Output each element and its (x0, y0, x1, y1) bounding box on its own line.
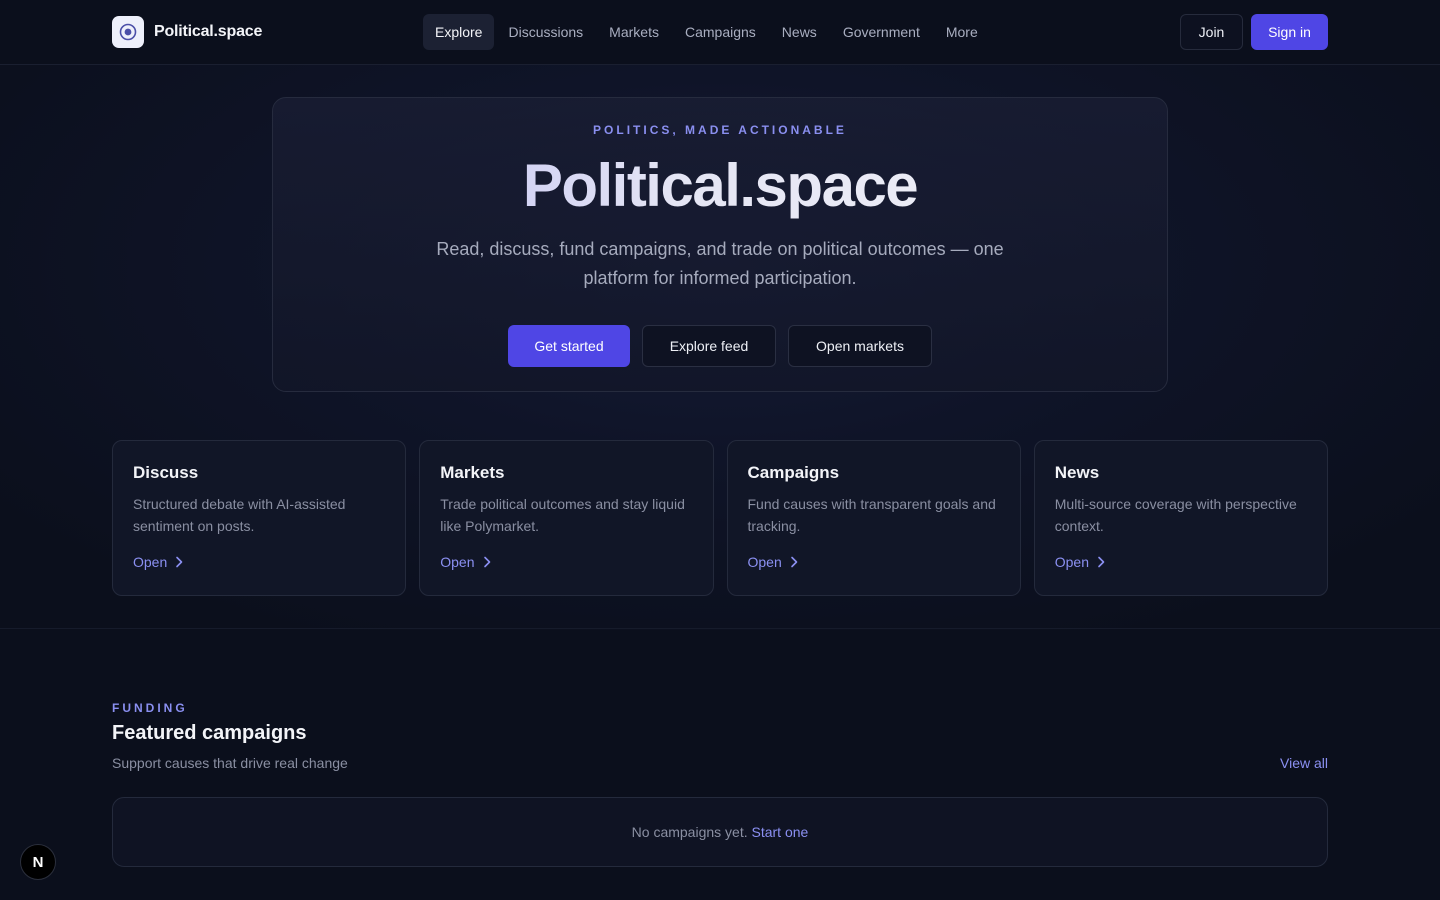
news-open-link[interactable]: Open (1055, 554, 1105, 570)
empty-state-text: No campaigns yet. (631, 824, 748, 840)
brand-name: Political.space (154, 23, 263, 40)
sign-in-button[interactable]: Sign in (1251, 14, 1328, 50)
card-title: Campaigns (747, 463, 840, 482)
card-description: Multi-source coverage with perspective c… (1054, 496, 1297, 534)
card-description: Fund causes with transparent goals and t… (747, 496, 996, 534)
chevron-right-icon (176, 556, 183, 568)
chevron-right-icon (1098, 556, 1105, 568)
campaigns-empty-state: No campaigns yet. Start one (112, 797, 1328, 867)
section-divider (0, 628, 1440, 629)
card-description: Structured debate with AI-assisted senti… (133, 496, 346, 534)
hero-subtitle: Read, discuss, fund campaigns, and trade… (436, 239, 1004, 288)
nav-item-more[interactable]: More (934, 14, 990, 50)
card-description: Trade political outcomes and stay liquid… (440, 496, 685, 534)
explore-feed-button[interactable]: Explore feed (642, 325, 776, 367)
card-title: Discuss (133, 463, 199, 482)
n-logo-icon: N (32, 853, 44, 871)
top-navigation-bar: Political.space Explore Discussions Mark… (0, 0, 1440, 65)
card-title: News (1054, 463, 1100, 482)
chevron-right-icon (483, 556, 490, 568)
nav-item-news[interactable]: News (770, 14, 829, 50)
card-link-label: Open (1054, 554, 1089, 570)
feature-card-news: News Multi-source coverage with perspect… (1033, 440, 1328, 596)
brand[interactable]: Political.space (112, 16, 262, 48)
target-icon (112, 16, 144, 48)
nav-item-markets[interactable]: Markets (597, 14, 671, 50)
chevron-right-icon (790, 556, 798, 568)
hero-eyebrow: POLITICS, MADE ACTIONABLE (593, 123, 847, 137)
card-link-label: Open (747, 554, 782, 570)
campaigns-open-link[interactable]: Open (748, 554, 798, 570)
featured-subtitle: Support causes that drive real change (112, 755, 348, 771)
card-link-label: Open (133, 554, 168, 570)
view-all-link[interactable]: View all (1280, 755, 1328, 771)
join-button[interactable]: Join (1180, 14, 1243, 50)
hero-title: Political.space (273, 150, 1167, 222)
open-markets-button[interactable]: Open markets (788, 325, 932, 367)
discuss-open-link[interactable]: Open (133, 554, 183, 570)
main-nav: Explore Discussions Markets Campaigns Ne… (423, 14, 990, 50)
feature-card-markets: Markets Trade political outcomes and sta… (419, 440, 714, 596)
feature-card-discuss: Discuss Structured debate with AI-assist… (112, 440, 407, 596)
next-dev-badge[interactable]: N (20, 844, 56, 880)
nav-item-discussions[interactable]: Discussions (496, 14, 595, 50)
card-title: Markets (440, 463, 505, 482)
hero-panel: POLITICS, MADE ACTIONABLE Political.spac… (272, 97, 1168, 392)
card-link-label: Open (440, 554, 475, 570)
get-started-button[interactable]: Get started (508, 325, 630, 367)
markets-open-link[interactable]: Open (440, 554, 490, 570)
hero-actions: Get started Explore feed Open markets (273, 325, 1167, 367)
nav-item-campaigns[interactable]: Campaigns (673, 14, 768, 50)
nav-item-government[interactable]: Government (831, 14, 932, 50)
feature-cards: Discuss Structured debate with AI-assist… (112, 440, 1328, 596)
nav-item-explore[interactable]: Explore (423, 14, 495, 50)
featured-eyebrow: FUNDING (112, 701, 188, 715)
start-one-link[interactable]: Start one (752, 824, 809, 840)
featured-title: Featured campaigns (112, 722, 307, 744)
feature-card-campaigns: Campaigns Fund causes with transparent g… (726, 440, 1021, 596)
